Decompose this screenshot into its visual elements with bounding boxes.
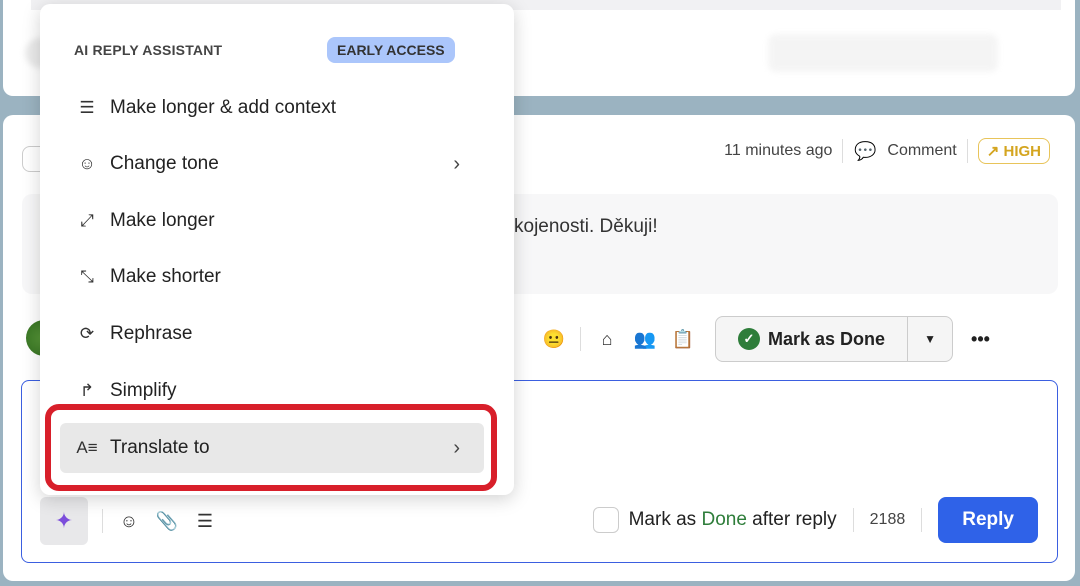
menu-item-label: Rephrase [110,323,193,344]
priority-label: HIGH [1003,143,1042,160]
smiley-refresh-icon: ☺ [78,154,96,173]
attachment-lock-icon[interactable]: 📎 [155,509,179,533]
check-icon: ✓ [738,328,760,350]
label-suffix: after reply [746,509,837,530]
emoji-icon[interactable]: ☺ [117,509,141,533]
comment-icon[interactable]: 💬 [853,139,877,163]
timestamp: 11 minutes ago [724,142,833,159]
divider [966,139,968,163]
divider [580,327,581,351]
mark-as-done-label: Mark as Done [768,328,886,349]
menu-item-label: Make shorter [110,266,221,287]
ticket-actions: ) 😐 ⌂ 👥 📋 ✓Mark as Done ▼ ••• [500,316,990,362]
chevron-right-icon: › [453,152,460,175]
menu-item-change-tone[interactable]: ☺ Change tone › [60,139,484,189]
refresh-icon: ⟳ [79,324,95,343]
simplify-icon: ↱ [79,381,95,400]
template-add-icon[interactable]: ☰ [193,509,217,533]
character-count: 2188 [869,511,906,528]
divider [852,508,854,532]
divider [102,509,103,533]
highlight-annotation [45,404,497,491]
comment-button[interactable]: Comment [887,142,956,160]
tag-add-icon[interactable]: ⌂ [595,327,619,351]
mark-done-after-reply-label: Mark as Done after reply [629,509,837,531]
blurred-mark-done-button [768,34,998,72]
label-prefix: Mark as [628,509,702,530]
mark-done-after-reply-checkbox[interactable] [592,507,619,533]
assign-users-icon[interactable]: 👥 [633,327,657,351]
mark-done-dropdown[interactable]: ▼ [908,332,952,346]
lines-plus-icon: ☰ [79,98,95,117]
collapse-icon: ⤡ [80,267,94,286]
menu-header: AI REPLY ASSISTANT [74,42,223,58]
ticket-meta: 11 minutes ago 💬 Comment ↗ HIGH [724,138,1050,164]
expand-icon: ⤢ [80,211,94,230]
menu-item-make-longer[interactable]: ⤢ Make longer [60,196,484,246]
composer-toolbar: ✦ ☺ 📎 ☰ [40,497,217,545]
divider [921,508,923,532]
message-text: kojenosti. Děkuji! [514,216,658,237]
mark-as-done-button[interactable]: ✓ Mark as Done ▼ [715,316,954,362]
menu-item-rephrase[interactable]: ⟳ Rephrase [60,309,484,359]
menu-item-label: Change tone [110,153,219,174]
early-access-badge: EARLY ACCESS [327,37,455,63]
menu-item-make-longer-add-context[interactable]: ☰ Make longer & add context [60,83,484,133]
divider [842,139,844,163]
reply-button[interactable]: Reply [938,497,1038,543]
menu-item-label: Make longer [110,210,215,231]
sentiment-icon[interactable]: 😐 [542,327,566,351]
menu-item-make-shorter[interactable]: ⤡ Make shorter [60,252,484,302]
composer-actions: Mark as Done after reply 2188 Reply [592,497,1038,543]
priority-badge[interactable]: ↗ HIGH [977,138,1050,164]
label-done: Done [701,509,747,530]
ai-sparkle-icon[interactable]: ✦ [40,497,88,545]
clipboard-icon[interactable]: 📋 [671,327,695,351]
menu-item-label: Make longer & add context [110,97,337,118]
menu-item-label: Simplify [110,380,177,401]
more-options-icon[interactable]: ••• [971,329,990,350]
